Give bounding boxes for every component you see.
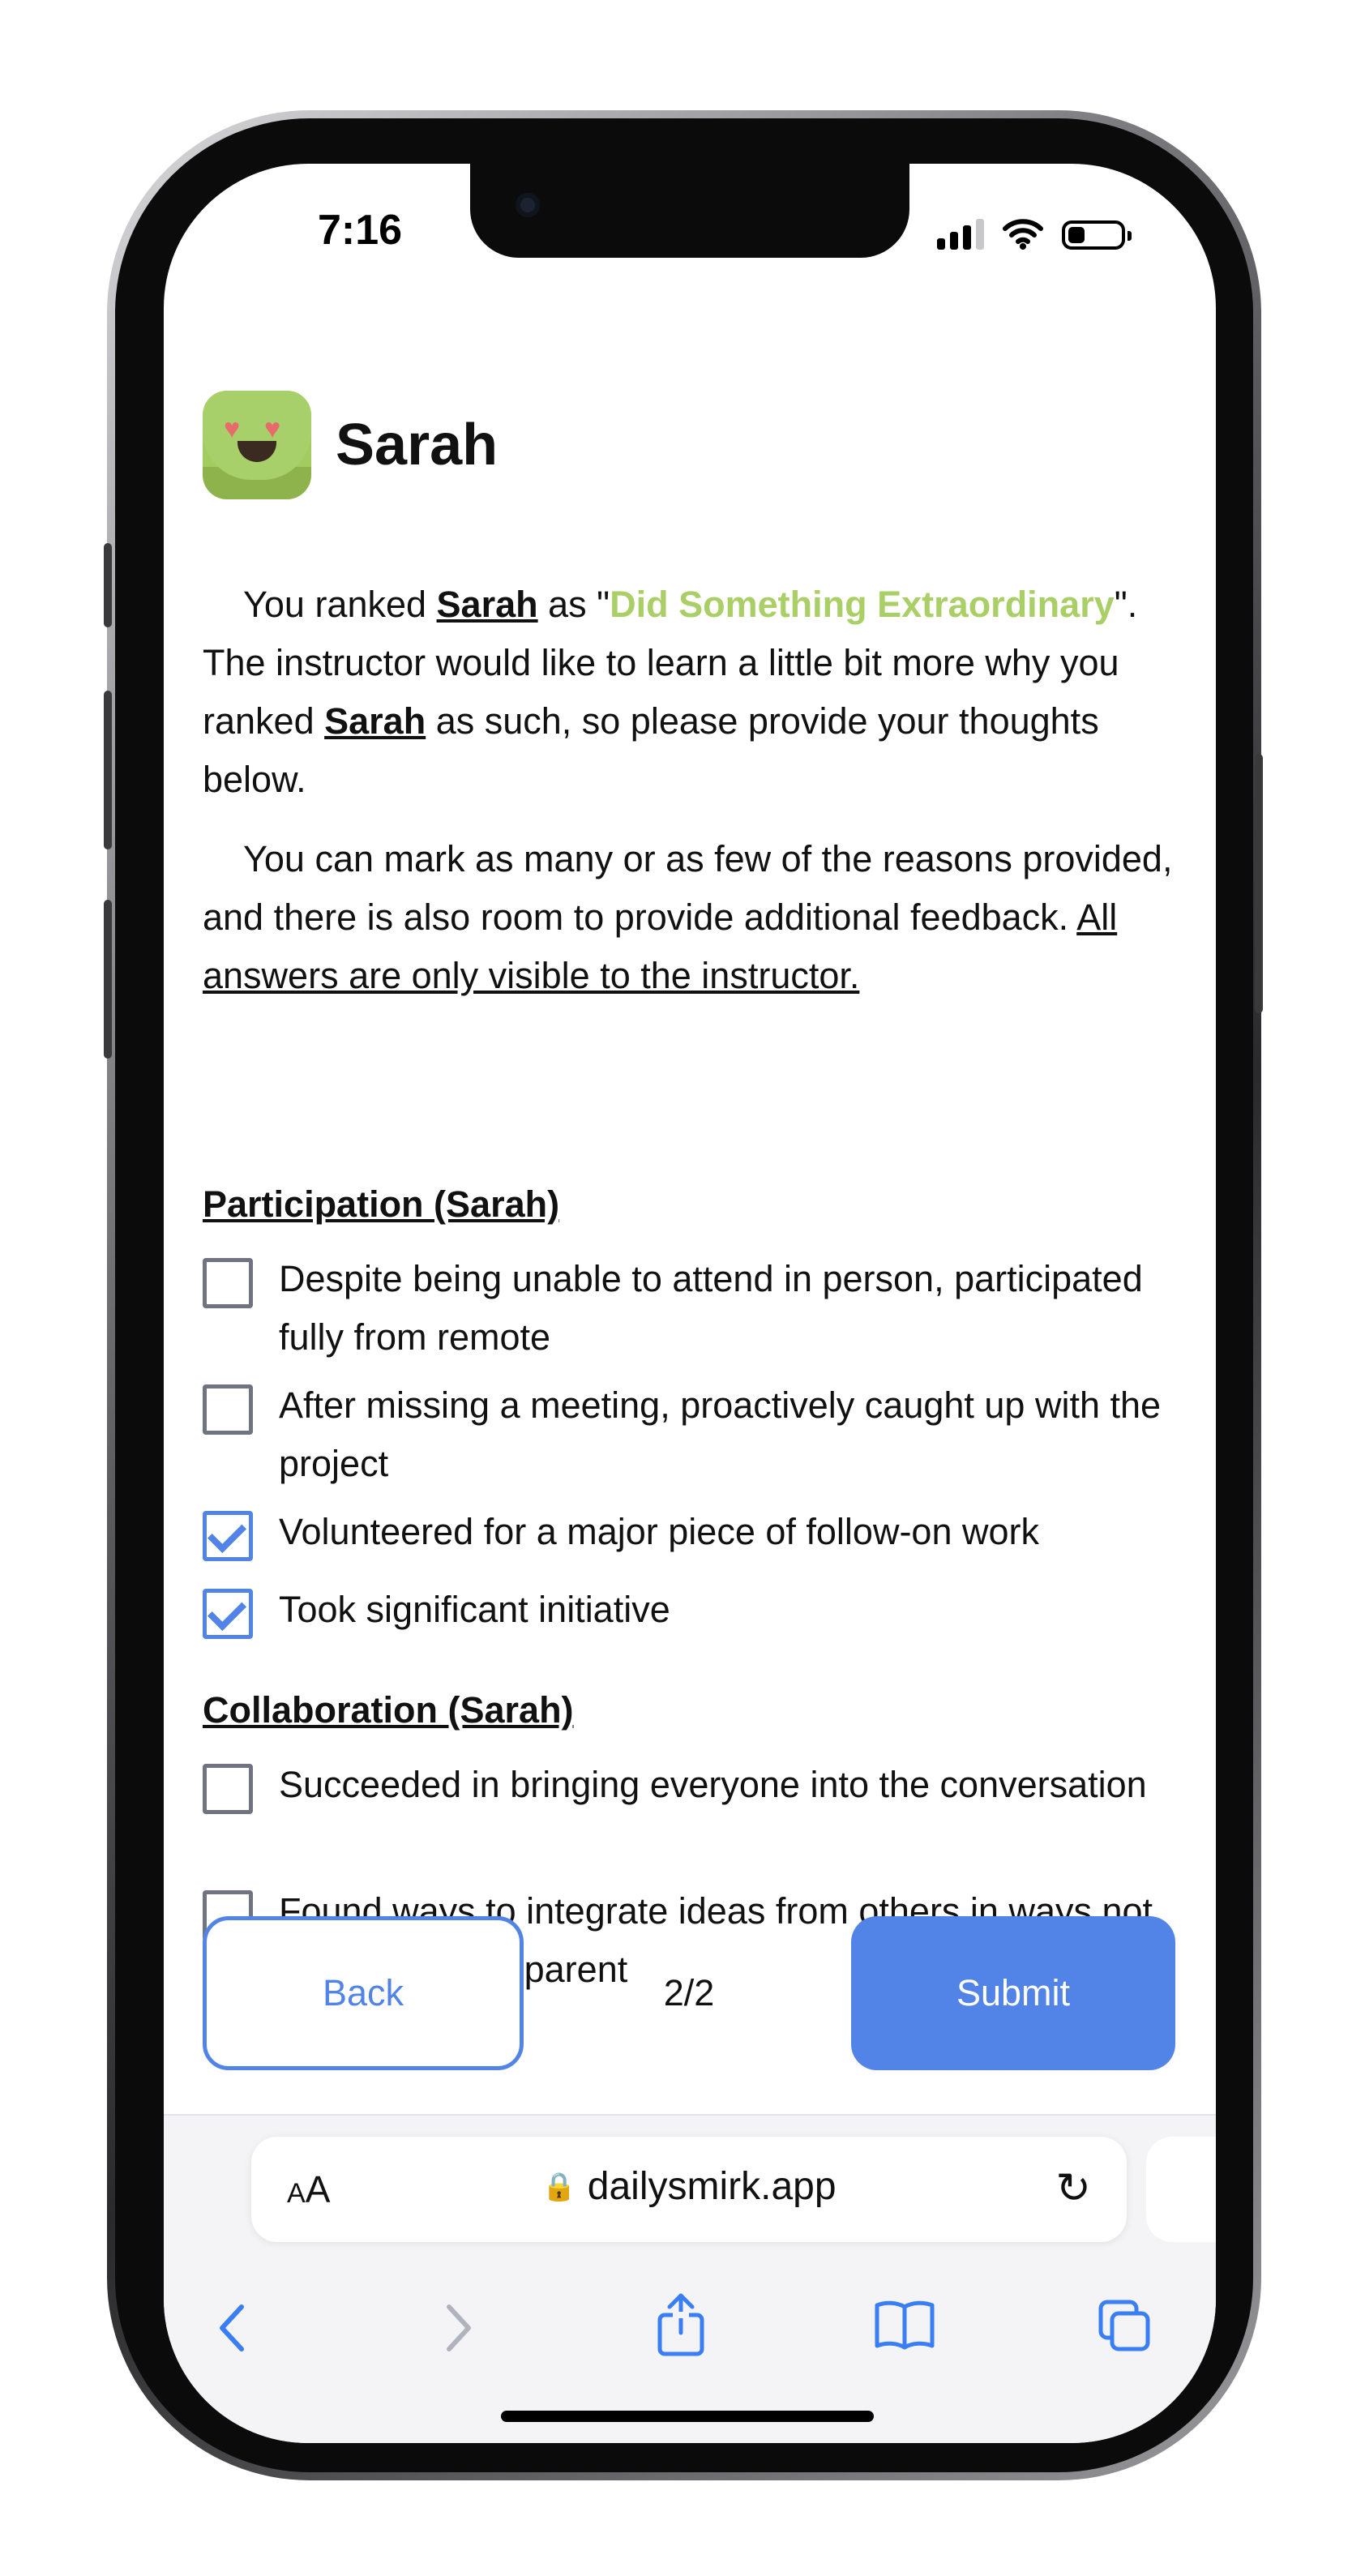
reload-icon[interactable]: ↻ (1055, 2164, 1091, 2213)
section-title-collaboration: Collaboration (Sarah) (203, 1689, 574, 1731)
wifi-icon (1003, 219, 1043, 250)
section-title-participation: Participation (Sarah) (203, 1183, 560, 1225)
url-display[interactable]: 🔒 dailysmirk.app (251, 2164, 1127, 2209)
checkbox-option[interactable]: Despite being unable to attend in person… (203, 1255, 1175, 1367)
checkbox-option[interactable]: Took significant initiative (203, 1585, 1175, 1639)
volume-down-button (104, 900, 112, 1059)
heart-eyes-face-icon: ♥ ♥ (203, 391, 311, 499)
ranking-explanation: You ranked Sarah as "Did Something Extra… (203, 584, 1138, 800)
address-bar[interactable]: AAAA 🔒dailysmirk.app ↻ (251, 2137, 1127, 2242)
ranking-label: Did Something Extraordinary (610, 584, 1115, 625)
option-label: Took significant initiative (279, 1589, 670, 1630)
camera-icon (516, 193, 540, 217)
option-label: Succeeded in bringing everyone into the … (279, 1764, 1147, 1805)
back-arrow-icon[interactable] (216, 2302, 248, 2354)
mute-switch (104, 543, 112, 627)
tabs-icon[interactable] (1098, 2299, 1153, 2354)
student-name-title: Sarah (336, 413, 499, 477)
option-label: After missing a meeting, proactively cau… (279, 1384, 1162, 1484)
checkbox-option[interactable]: Volunteered for a major piece of follow-… (203, 1508, 1175, 1561)
back-button[interactable]: Back (203, 1916, 524, 2070)
checkbox-checked[interactable] (203, 1589, 253, 1639)
phone-screen: 7:16 ♥ ♥ Sarah You ranked Sarah as "Did … (164, 164, 1216, 2443)
status-icons (937, 217, 1132, 250)
instructions-text: You can mark as many or as few of the re… (203, 838, 1173, 996)
safari-bottom-bar: AAAA 🔒dailysmirk.app ↻ (164, 2114, 1216, 2443)
battery-icon (1062, 220, 1132, 250)
status-time: 7:16 (318, 207, 403, 254)
power-button (1255, 754, 1263, 1013)
url-text: dailysmirk.app (587, 2165, 837, 2208)
home-indicator[interactable] (501, 2411, 874, 2422)
student-header: ♥ ♥ Sarah (203, 391, 498, 499)
option-label: Despite being unable to attend in person… (279, 1258, 1143, 1358)
page-indicator: 2/2 (663, 1972, 715, 2013)
share-icon[interactable] (655, 2292, 707, 2357)
forward-arrow-icon[interactable] (443, 2302, 475, 2354)
notch (470, 164, 909, 258)
checkbox[interactable] (203, 1764, 253, 1814)
cellular-signal-icon (937, 219, 984, 250)
next-tab-preview[interactable] (1146, 2137, 1216, 2242)
checkbox[interactable] (203, 1384, 253, 1435)
checkbox-option[interactable]: Succeeded in bringing everyone into the … (203, 1761, 1175, 1814)
checkbox[interactable] (203, 1258, 253, 1308)
bookmarks-icon[interactable] (874, 2299, 935, 2351)
survey-navigation: Back 2/2 Submit (203, 1916, 1175, 2070)
checkbox-option[interactable]: After missing a meeting, proactively cau… (203, 1381, 1175, 1493)
submit-button[interactable]: Submit (851, 1916, 1175, 2070)
browser-toolbar (164, 2287, 1216, 2368)
student-name-link: Sarah (324, 700, 426, 742)
lock-icon: 🔒 (541, 2172, 576, 2202)
checkbox-checked[interactable] (203, 1511, 253, 1561)
option-label: Volunteered for a major piece of follow-… (279, 1511, 1039, 1552)
student-name-link: Sarah (436, 584, 538, 625)
volume-up-button (104, 691, 112, 849)
